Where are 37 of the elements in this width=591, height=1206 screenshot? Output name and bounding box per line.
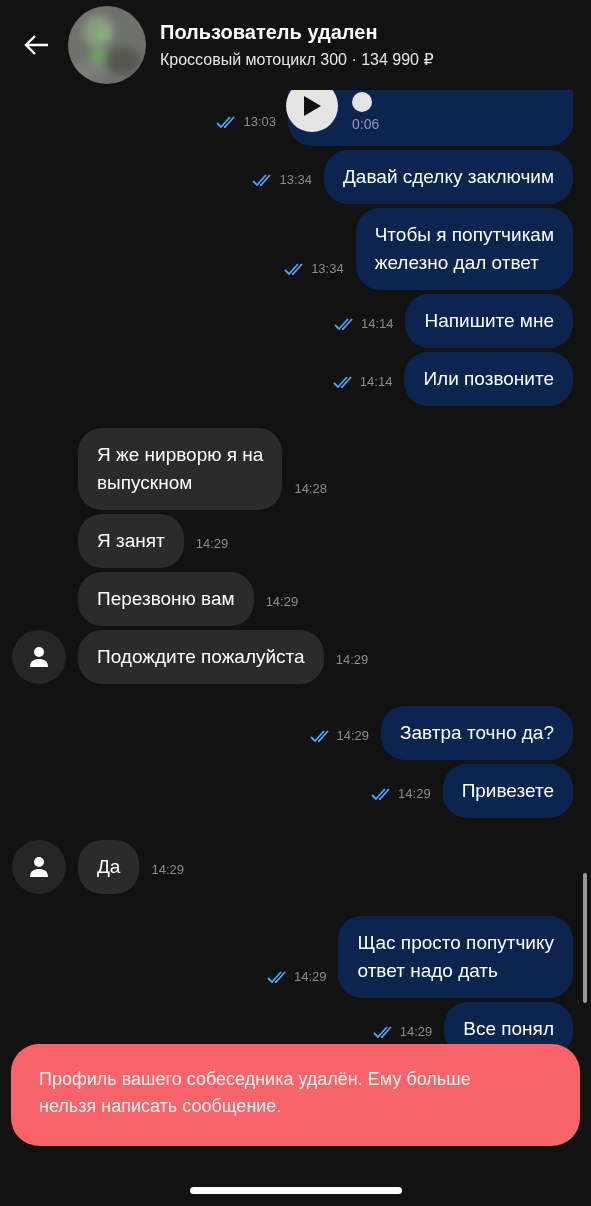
message-bubble: Я занят [78,514,184,568]
toast-message: Профиль вашего собеседника удалён. Ему больше нельзя написать сообщение. [39,1068,472,1118]
message-time: 13:03 [243,114,276,129]
chat-title: Пользователь удален [160,21,379,44]
message-time: 14:29 [265,594,299,609]
voice-duration: 0:06 [352,116,381,132]
message-time: 14:29 [195,536,229,551]
message-bubble: Или позвоните [404,352,573,406]
message-time: 14:29 [398,786,431,801]
play-icon [302,95,322,117]
back-arrow-icon [24,34,50,56]
message-time: 14:29 [336,728,370,743]
user-icon [30,647,48,667]
message-bubble: Перезвоню вам [78,572,254,626]
message-time: 14:29 [293,969,327,984]
message-time: 14:29 [335,652,369,667]
chat-subtitle: Кроссовый мотоцикл 300 · 134 990 ₽ [160,50,434,69]
message-bubble: Щас просто попутчику ответ надо дать [338,916,573,998]
message-time: 13:34 [311,261,344,276]
message-bubble: Я же нирворю я на выпускном [78,428,283,510]
message-bubble: Да [78,840,140,894]
message-bubble: Завтра точно да? [381,706,573,760]
message-bubble: Давай сделку заключим [324,150,573,204]
message-bubble: Чтобы я попутчикам железно дал ответ [355,208,573,290]
message-time: 14:14 [360,316,394,331]
message-bubble: Привезете [442,764,573,818]
message-time: 14:28 [294,481,327,496]
message-time: 14:29 [151,862,184,877]
message-time: 13:34 [279,172,312,187]
playback-dot[interactable] [352,92,372,112]
message-bubble: Напишите мне [405,294,573,348]
user-icon [30,857,48,877]
message-bubble: Подождите пожалуйста [78,630,324,684]
scrollbar[interactable] [583,873,587,1003]
play-button[interactable] [286,90,338,132]
message-time: 14:29 [399,1024,433,1039]
message-time: 14:14 [359,374,393,389]
